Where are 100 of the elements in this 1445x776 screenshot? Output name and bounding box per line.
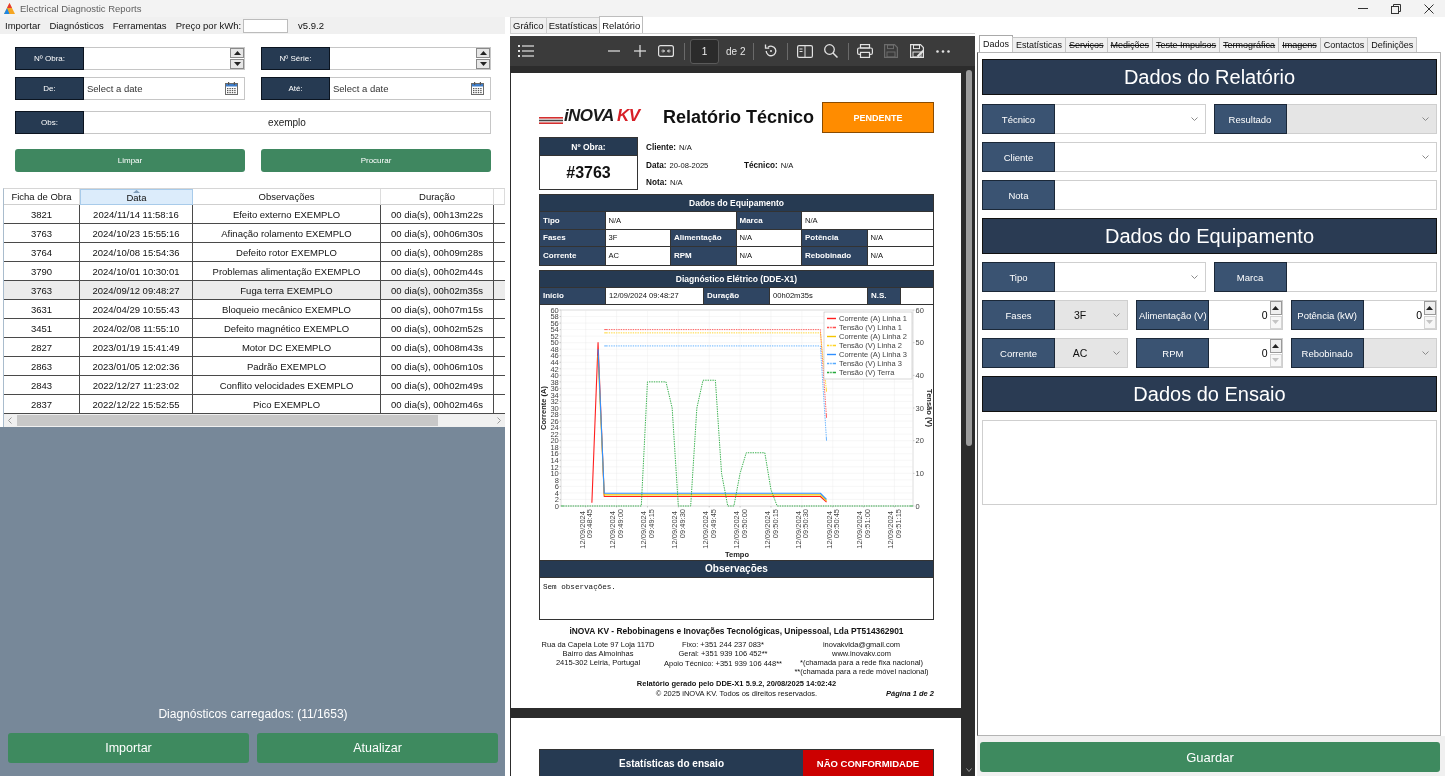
scrollbar-thumb[interactable] — [17, 415, 438, 426]
tab[interactable]: Contactos — [1319, 37, 1369, 52]
table-row[interactable]: 3821 2024/11/14 11:58:16 Efeito externo EXEMPLO 00 dia(s), 00h13m22s — [4, 205, 505, 224]
restore-icon — [1390, 3, 1401, 14]
scrollbar-thumb[interactable] — [966, 70, 972, 446]
app-icon — [4, 3, 15, 14]
horizontal-scrollbar[interactable] — [4, 414, 505, 427]
chevron-down-icon — [1422, 351, 1429, 355]
table-cell: 00 dia(s), 00h02m52s — [381, 319, 494, 337]
menu-item[interactable]: Ferramentas — [112, 20, 167, 31]
label-cell: Corrente — [540, 247, 606, 265]
window-title: Electrical Diagnostic Reports — [20, 3, 142, 14]
spin-field[interactable] — [84, 47, 245, 70]
table-cell: 2024/02/08 11:55:10 — [80, 319, 193, 337]
combo-box[interactable]: 3F — [1055, 300, 1129, 330]
action-button[interactable]: Importar — [8, 733, 249, 763]
page-number-field[interactable]: 1 — [690, 38, 719, 64]
tab[interactable]: Medições — [1106, 37, 1154, 52]
table-cell: Fuga terra EXEMPLO — [193, 281, 381, 299]
chevron-down-icon — [1113, 313, 1121, 317]
field-label: Obs: — [15, 111, 84, 134]
date-field[interactable]: Select a date — [330, 77, 491, 100]
field-label: RPM — [1136, 338, 1210, 368]
date-input[interactable]: Select a date — [84, 78, 225, 99]
sort-arrow-icon — [133, 190, 140, 193]
tab[interactable]: Relatório — [599, 16, 644, 33]
table-row[interactable]: 2843 2022/12/27 11:23:02 Conflito velocidades EXEMPLO 00 dia(s), 00h02m49s — [4, 376, 505, 395]
save-button[interactable]: Guardar — [980, 742, 1440, 772]
table-cell: 2843 — [4, 376, 80, 394]
field-label: Tipo — [982, 262, 1055, 292]
tab[interactable]: Estatísticas — [1012, 37, 1067, 52]
table-header-cell[interactable]: Data — [80, 189, 193, 205]
stripes-icon — [539, 116, 563, 124]
spin-up-button[interactable] — [476, 48, 490, 58]
table-cell: Defeito magnético EXEMPLO — [193, 319, 381, 337]
menu-item[interactable]: Importar — [5, 20, 41, 31]
filter-button[interactable]: Limpar — [15, 149, 245, 172]
table-cell: 3631 — [4, 300, 80, 318]
close-icon — [1423, 3, 1434, 14]
filter-button[interactable]: Procurar — [261, 149, 491, 172]
number-field[interactable]: 0 — [1209, 300, 1283, 330]
number-input[interactable]: 0 — [1363, 301, 1424, 329]
number-field[interactable]: 0 — [1209, 338, 1283, 368]
table-cell: 3763 — [4, 224, 80, 242]
tab[interactable]: Definições — [1367, 37, 1418, 52]
caret-down-icon — [233, 62, 241, 66]
date-field[interactable]: Select a date — [84, 77, 245, 100]
table-cell: 2022/12/27 11:23:02 — [80, 376, 193, 394]
table-cell: Motor DC EXEMPLO — [193, 338, 381, 356]
calendar-icon[interactable] — [225, 82, 238, 95]
table-cell: 2024/11/14 11:58:16 — [80, 205, 193, 223]
table-cell: 00 dia(s), 00h09m28s — [381, 243, 494, 261]
table-row[interactable]: 2827 2023/01/19 15:41:49 Motor DC EXEMPLO 00 dia(s), 00h08m43s — [4, 338, 505, 357]
field-label: Marca — [1213, 262, 1287, 292]
spin-up-button[interactable] — [1424, 301, 1436, 315]
combo-box[interactable]: AC — [1055, 338, 1129, 368]
table-row[interactable]: 3764 2024/10/08 15:54:36 Defeito rotor EXEMPLO 00 dia(s), 00h09m28s — [4, 243, 505, 262]
tab[interactable]: Estatísticas — [545, 17, 601, 33]
tab[interactable]: Imagens — [1278, 37, 1321, 52]
table-row[interactable]: 2863 2023/01/05 12:02:36 Padrão EXEMPLO 00 dia(s), 00h06m10s — [4, 357, 505, 376]
date-input[interactable]: Select a date — [330, 78, 471, 99]
text-field[interactable] — [1055, 180, 1437, 210]
text-field[interactable] — [1286, 262, 1437, 292]
tab[interactable]: Teste Impulsos — [1152, 37, 1221, 52]
table-row[interactable]: 3763 2024/10/23 15:55:16 Afinação rolamento EXEMPLO 00 dia(s), 00h06m30s — [4, 224, 505, 243]
status-badge: PENDENTE — [822, 102, 934, 133]
spin-down-button[interactable] — [230, 59, 244, 69]
tab[interactable]: Serviços — [1065, 37, 1108, 52]
table-cell: 3763 — [4, 281, 80, 299]
table-row[interactable]: 3790 2024/10/01 10:30:01 Problemas alimentação EXEMPLO 00 dia(s), 00h02m44s — [4, 262, 505, 281]
table-row[interactable]: 2837 2022/12/22 15:52:55 Pico EXEMPLO 00 dia(s), 00h02m46s — [4, 395, 505, 414]
section-header: Dados do Relatório — [982, 59, 1437, 95]
chevron-down-icon — [1190, 275, 1198, 279]
calendar-icon[interactable] — [471, 82, 484, 95]
table-cell: 2022/12/22 15:52:55 — [80, 395, 193, 413]
number-input[interactable]: 0 — [1209, 301, 1270, 329]
printer-icon — [857, 44, 874, 58]
text-field[interactable]: exemplo — [84, 111, 491, 134]
table-row[interactable]: 3451 2024/02/08 11:55:10 Defeito magnético EXEMPLO 00 dia(s), 00h02m52s — [4, 319, 505, 338]
tab[interactable]: Gráfico — [510, 17, 547, 33]
table-row[interactable]: 3631 2024/04/29 10:55:43 Bloqueio mecânico EXEMPLO 00 dia(s), 00h07m15s — [4, 300, 505, 319]
price-field[interactable] — [243, 18, 289, 33]
menu-item[interactable]: Diagnósticos — [49, 20, 104, 31]
table-cell: 2024/04/29 10:55:43 — [80, 300, 193, 318]
table-row[interactable]: 3763 2024/09/12 09:48:27 Fuga terra EXEMPLO 00 dia(s), 00h02m35s — [4, 281, 505, 300]
spin-up-button[interactable] — [1269, 301, 1282, 315]
table-cell: 2863 — [4, 357, 80, 375]
spin-up-button[interactable] — [1269, 339, 1282, 353]
tab[interactable]: Dados — [979, 35, 1013, 52]
spin-down-button[interactable] — [476, 59, 490, 69]
spin-up-button[interactable] — [230, 48, 244, 58]
tab[interactable]: Termográfica — [1219, 37, 1280, 52]
label-cell: RPM — [671, 247, 737, 265]
number-field[interactable]: 0 — [1363, 300, 1437, 330]
spin-field[interactable] — [330, 47, 491, 70]
two-page-icon — [797, 44, 814, 58]
number-input[interactable]: 0 — [1209, 339, 1270, 367]
action-button[interactable]: Atualizar — [257, 733, 498, 763]
table-cell: 00 dia(s), 00h06m30s — [381, 224, 494, 242]
info-label: Data: — [646, 160, 667, 170]
